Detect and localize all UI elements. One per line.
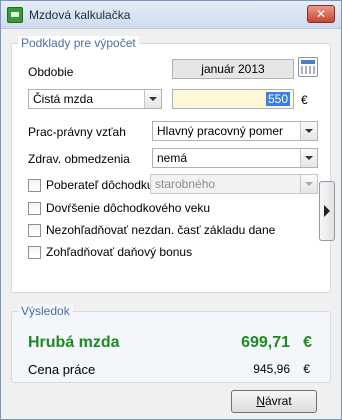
health-label: Zdrav. obmedzenia [28,152,130,166]
expand-panel-button[interactable] [319,181,335,241]
pension-label: Poberateľ dôchodku [46,178,154,192]
return-button[interactable]: Návrat [231,390,317,413]
title-bar: Mzdová kalkulačka ✕ [1,1,341,29]
gross-wage-currency: € [303,334,312,351]
chevron-down-icon[interactable] [300,149,317,167]
employment-select[interactable]: Hlavný pracovný pomer [152,121,318,141]
employment-label: Prac-právny vzťah [28,125,126,139]
labor-cost-label: Cena práce [28,362,96,377]
result-group: Výsledok Hrubá mzda 699,71 € Cena práce … [11,304,331,383]
gross-wage-value: 699,71 [241,334,290,351]
amount-input[interactable]: 550 [172,89,294,109]
tax-bonus-checkbox[interactable] [28,246,41,259]
inputs-group: Podklady pre výpočet Obdobie január 2013… [11,36,331,293]
labor-cost-currency: € [303,362,310,376]
health-select[interactable]: nemá [152,148,318,168]
calculator-window: Mzdová kalkulačka ✕ Podklady pre výpočet… [0,0,342,420]
pension-type-value: starobného [155,177,216,191]
employment-value: Hlavný pracovný pomer [157,124,284,138]
labor-cost-value: 945,96 [253,362,290,376]
return-button-label: ávrat [264,394,292,408]
close-button[interactable]: ✕ [307,5,335,23]
chevron-down-icon[interactable] [300,175,317,193]
window-title: Mzdová kalkulačka [29,8,131,22]
result-group-title: Výsledok [18,304,73,318]
ignore-tax-free-checkbox[interactable] [28,224,41,237]
retirement-age-checkbox[interactable] [28,202,41,215]
amount-value: 550 [265,92,290,106]
calendar-icon[interactable] [298,57,318,77]
amount-currency: € [301,93,308,107]
pension-checkbox[interactable] [28,179,41,192]
period-value: január 2013 [201,62,265,76]
wage-type-select[interactable]: Čistá mzda [28,89,162,109]
period-field: január 2013 [172,59,294,79]
health-value: nemá [157,151,188,165]
retirement-age-label: Dovŕšenie dôchodkového veku [46,201,211,215]
return-button-accelerator: N [256,394,265,408]
wage-type-value: Čistá mzda [33,92,94,106]
period-label: Obdobie [28,65,74,79]
calculator-app-icon [7,7,23,23]
ignore-tax-free-label: Nezohľadňovať nezdan. časť základu dane [46,223,276,237]
gross-wage-label: Hrubá mzda [28,334,120,351]
inputs-group-title: Podklady pre výpočet [18,36,139,50]
pension-type-select[interactable]: starobného [150,174,318,194]
tax-bonus-label: Zohľadňovať daňový bonus [46,245,193,259]
chevron-down-icon[interactable] [144,90,161,108]
chevron-down-icon[interactable] [300,122,317,140]
